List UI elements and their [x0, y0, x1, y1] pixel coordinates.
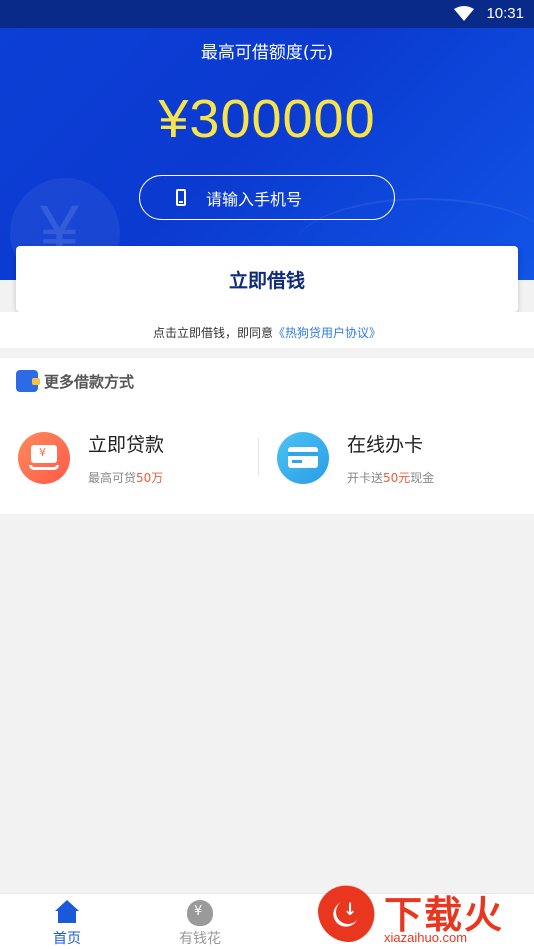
- agreement-prefix: 点击立即借钱，即同意: [152, 326, 273, 340]
- option-divider: [258, 438, 259, 476]
- option-name: 立即贷款: [88, 434, 165, 456]
- more-loan-methods-header: 更多借款方式: [16, 370, 134, 392]
- loan-icon: ¥: [18, 432, 70, 484]
- hero-banner: ¥ 最高可借额度(元) ¥300000 请输入手机号: [0, 28, 534, 280]
- money-bag-icon: ¥: [187, 900, 213, 926]
- tab-label: 有钱花: [179, 931, 221, 947]
- wallet-icon: [16, 370, 40, 392]
- agreement-text: 点击立即借钱，即同意《热狗贷用户协议》: [0, 324, 534, 341]
- more-loan-methods-section: 更多借款方式 ¥ 立即贷款 最高可贷50万 在线办卡 开卡送50元现金: [0, 358, 534, 514]
- home-icon: [54, 900, 80, 926]
- credit-limit-amount: ¥300000: [158, 89, 376, 149]
- option-desc: 开卡送50元现金: [347, 471, 435, 485]
- tab-label: 首页: [53, 931, 81, 947]
- online-card-option[interactable]: 在线办卡 开卡送50元现金: [277, 430, 434, 486]
- download-flame-icon: [318, 880, 380, 942]
- watermark-url: xiazaihuo.com: [384, 930, 468, 945]
- status-bar: 10:31: [0, 0, 534, 28]
- credit-limit-title: 最高可借额度(元): [200, 43, 334, 63]
- section-title: 更多借款方式: [44, 372, 135, 391]
- tab-home[interactable]: 首页: [27, 900, 107, 948]
- option-name: 在线办卡: [347, 434, 424, 456]
- phone-number-input[interactable]: 请输入手机号: [139, 175, 395, 220]
- watermark-logo: 下载火 xiazaihuo.com: [314, 878, 534, 949]
- agreement-area: 点击立即借钱，即同意《热狗贷用户协议》: [0, 312, 534, 348]
- phone-input-placeholder: 请输入手机号: [206, 189, 303, 209]
- phone-icon: [176, 189, 186, 206]
- loan-now-option[interactable]: ¥ 立即贷款 最高可贷50万: [18, 430, 164, 486]
- option-desc: 最高可贷50万: [88, 471, 164, 485]
- user-agreement-link[interactable]: 《热狗贷用户协议》: [273, 326, 381, 340]
- tab-youqianhua[interactable]: ¥ 有钱花: [160, 900, 240, 948]
- card-icon: [277, 432, 329, 484]
- borrow-now-button[interactable]: 立即借钱: [16, 246, 518, 312]
- status-time: 10:31: [486, 5, 524, 22]
- wifi-icon: [454, 6, 474, 21]
